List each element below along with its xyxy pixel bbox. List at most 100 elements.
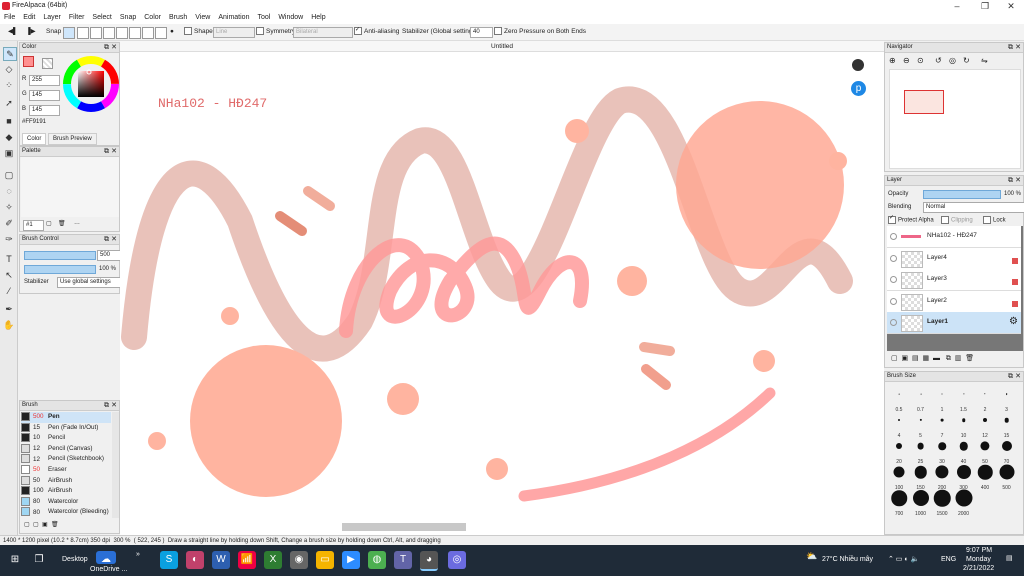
layer-row[interactable]: Layer1 ⚙ [887, 312, 1021, 334]
brush-size-option[interactable]: 2 [975, 384, 995, 413]
brush-size-option[interactable]: 1.5 [954, 384, 974, 413]
brush-item[interactable]: 500 Pen [21, 412, 111, 423]
word-icon[interactable]: W [212, 551, 230, 569]
brush-size-option[interactable]: 7 [932, 410, 952, 439]
menu-select[interactable]: Select [88, 12, 115, 24]
menu-animation[interactable]: Animation [214, 12, 253, 24]
brush-size-option[interactable]: 1000 [911, 488, 931, 517]
brush-size-option[interactable]: 15 [997, 410, 1017, 439]
menu-snap[interactable]: Snap [116, 12, 140, 24]
brush-opacity-slider[interactable] [24, 265, 96, 274]
float-icon[interactable]: ⧉ [1008, 372, 1013, 381]
bucket-tool-icon[interactable]: ◆ [3, 131, 15, 143]
shape-toggle[interactable]: Shape [184, 27, 213, 37]
teams-icon[interactable]: T [394, 551, 412, 569]
app-icon-1[interactable]: ◐ [186, 551, 204, 569]
notification-icon[interactable]: ▤ [1006, 554, 1013, 562]
float-icon[interactable]: ⧉ [104, 43, 109, 52]
document-tab[interactable]: Untitled [120, 41, 884, 52]
zoom-out-icon[interactable]: ⊖ [903, 56, 910, 65]
brush-item[interactable]: 10 Pencil [21, 433, 111, 444]
layer-row[interactable]: Layer4 [887, 247, 1021, 270]
patreon-icon[interactable]: p [851, 81, 866, 96]
file-explorer-icon[interactable]: ▭ [316, 551, 334, 569]
panel-close-icon[interactable]: ✕ [111, 235, 117, 244]
navigator-viewport[interactable] [904, 90, 944, 114]
shape-select[interactable]: Line [213, 27, 255, 38]
layer-row[interactable]: Layer2 [887, 290, 1021, 313]
drawing-canvas[interactable]: NHa102 - HĐ247 [120, 41, 884, 535]
visibility-icon[interactable] [890, 297, 897, 305]
layer-row[interactable]: NHa102 - HĐ247 [887, 226, 1021, 248]
brush-size-option[interactable]: 150 [911, 462, 931, 491]
snap-crisscross-icon[interactable] [90, 27, 102, 39]
brush-list-scrollbar[interactable] [112, 412, 119, 518]
layer-actions[interactable]: ▢ ▣ ▤ ▦ ▬ ⧉ ▥ 🗑 [891, 354, 974, 363]
r-field[interactable]: 255 [29, 75, 60, 86]
app-icon-2[interactable]: ◉ [290, 551, 308, 569]
primary-color-swatch[interactable] [23, 56, 34, 67]
palette-more-icon[interactable]: … [74, 220, 80, 226]
brush-size-option[interactable]: 100 [889, 462, 909, 491]
brush-size-option[interactable]: 30 [932, 436, 952, 465]
menu-filter[interactable]: Filter [65, 12, 89, 24]
float-icon[interactable]: ⧉ [104, 235, 109, 244]
rotate-left-icon[interactable]: ↺ [935, 56, 942, 65]
zero-pressure-checkbox[interactable] [494, 27, 502, 36]
brush-size-option[interactable]: 50 [975, 436, 995, 465]
next-frame-icon[interactable]: ▐▶ [26, 27, 36, 37]
blending-select[interactable]: Normal [923, 202, 1024, 213]
stabilizer-select[interactable]: 40 [470, 27, 493, 38]
zoom-in-icon[interactable]: ⊕ [889, 56, 896, 65]
panel-close-icon[interactable]: ✕ [111, 43, 117, 52]
prev-frame-icon[interactable]: ◀▌ [8, 27, 18, 37]
menu-edit[interactable]: Edit [19, 12, 39, 24]
brush-size-option[interactable]: 200 [932, 462, 952, 491]
brush-size-option[interactable]: 70 [997, 436, 1017, 465]
palette-swatches[interactable] [21, 157, 119, 217]
brush-size-option[interactable]: 4 [889, 410, 909, 439]
brush-size-option[interactable]: 700 [889, 488, 909, 517]
operation-tool-icon[interactable]: ↖ [3, 269, 15, 281]
tray-icons[interactable]: ⌃ ▭ ◐ 🔈 [888, 555, 919, 563]
antialias-toggle[interactable]: Anti-aliasing [354, 27, 399, 37]
float-icon[interactable]: ⧉ [104, 401, 109, 410]
palette-add-icon[interactable]: ▢ [46, 220, 52, 227]
visibility-icon[interactable] [890, 254, 897, 262]
panel-close-icon[interactable]: ✕ [1015, 176, 1021, 185]
brush-add-icon[interactable]: ▢ ▢ ▣ 🗑 [24, 521, 59, 528]
visibility-icon[interactable] [890, 319, 897, 326]
weather-text[interactable]: 27°C Nhiều mây [822, 556, 873, 563]
brush-size-option[interactable]: 0.7 [911, 384, 931, 413]
menu-color[interactable]: Color [140, 12, 165, 24]
brush-size-option[interactable]: 1500 [932, 488, 952, 517]
stabilizer-select[interactable]: Use global settings [57, 277, 121, 288]
snap-parallel-icon[interactable] [77, 27, 89, 39]
canvas-text[interactable]: NHa102 - HĐ247 [158, 96, 267, 111]
secondary-color-swatch[interactable] [42, 58, 53, 69]
brush-item[interactable]: 15 Pen (Fade In/Out) [21, 422, 111, 434]
brush-tool-icon[interactable]: ✎ [3, 47, 17, 61]
lock-toggle[interactable]: Lock [983, 216, 1006, 224]
color-wheel[interactable] [62, 55, 120, 113]
skype-icon[interactable]: S [160, 551, 178, 569]
excel-icon[interactable]: X [264, 551, 282, 569]
clock-day[interactable]: Monday [966, 556, 991, 563]
brush-item[interactable]: 12 Pencil (Canvas) [21, 443, 111, 455]
zero-pressure-toggle[interactable]: Zero Pressure on Both Ends [494, 27, 586, 37]
app-icon-3[interactable]: ◎ [448, 551, 466, 569]
menu-tool[interactable]: Tool [253, 12, 274, 24]
clock-time[interactable]: 9:07 PM [966, 547, 992, 554]
brush-size-option[interactable]: 0.5 [889, 384, 909, 413]
brush-size-option[interactable]: 300 [954, 462, 974, 491]
float-icon[interactable]: ⧉ [104, 147, 109, 156]
menu-file[interactable]: File [0, 12, 19, 24]
brush-item[interactable]: 50 AirBrush [21, 475, 111, 487]
visibility-icon[interactable] [890, 233, 897, 240]
menu-window[interactable]: Window [274, 12, 307, 24]
brush-item[interactable]: 50 Eraser [21, 465, 111, 476]
clock-date[interactable]: 2/21/2022 [963, 565, 994, 572]
magic-wand-tool-icon[interactable]: ✧ [3, 201, 15, 213]
toolbar-chevron-icon[interactable]: » [136, 551, 140, 558]
task-view-icon[interactable]: ❐ [30, 551, 48, 569]
